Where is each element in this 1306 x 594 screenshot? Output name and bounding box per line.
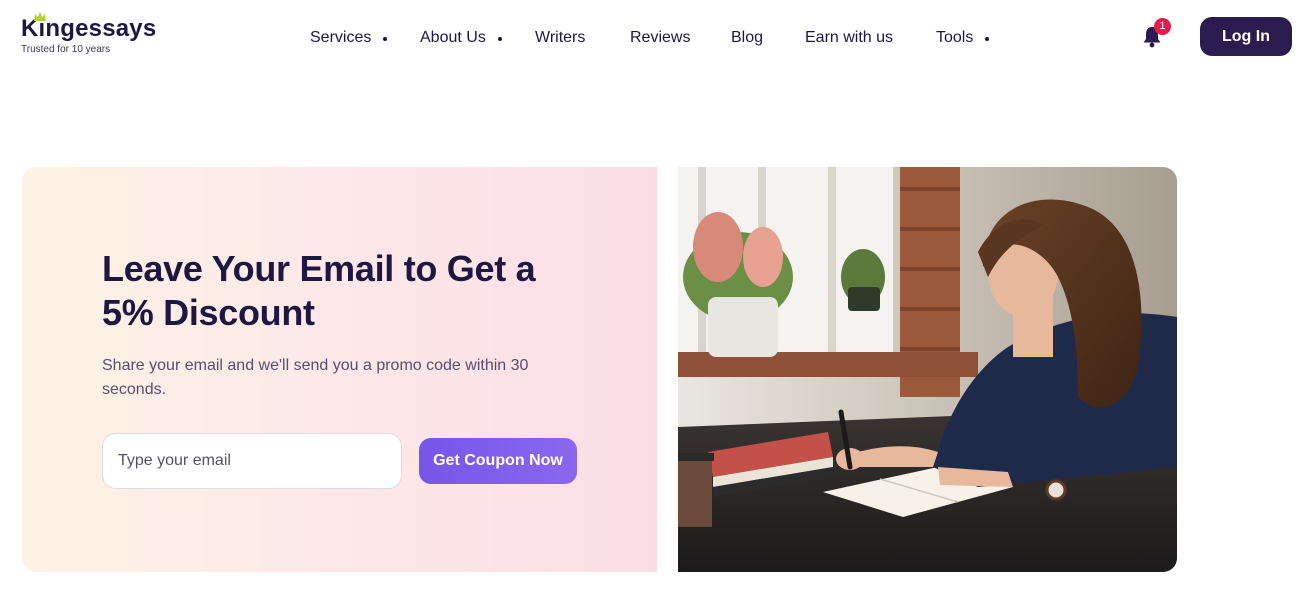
dropdown-caret-icon: [383, 36, 388, 41]
notifications-button[interactable]: 1: [1140, 18, 1174, 50]
nav-item-reviews[interactable]: Reviews: [630, 27, 690, 49]
nav-item-earn-with-us[interactable]: Earn with us: [805, 27, 893, 49]
nav-item-label: Blog: [731, 29, 764, 46]
promo-subtitle: Share your email and we'll send you a pr…: [102, 357, 529, 398]
logo[interactable]: Kingessays Trusted for 10 years: [21, 12, 156, 56]
nav-item-label: Services: [310, 29, 372, 46]
nav-item-about-us[interactable]: About Us: [420, 27, 502, 49]
woman-writing-illustration: [678, 167, 1177, 572]
nav-item-tools[interactable]: Tools: [936, 27, 990, 49]
login-button[interactable]: Log In: [1200, 17, 1292, 56]
notification-count-badge: 1: [1154, 18, 1171, 35]
discount-promo-card: Leave Your Email to Get a 5% Discount Sh…: [22, 167, 657, 572]
nav-item-label: Writers: [535, 29, 586, 46]
nav-item-label: Tools: [936, 29, 974, 46]
get-coupon-button[interactable]: Get Coupon Now: [419, 438, 577, 484]
promo-title: Leave Your Email to Get a 5% Discount: [102, 248, 536, 333]
nav-item-label: Earn with us: [805, 29, 894, 46]
site-header: Kingessays Trusted for 10 years Services…: [0, 0, 1306, 76]
nav-item-label: Reviews: [630, 29, 691, 46]
email-input[interactable]: [102, 433, 402, 489]
dropdown-caret-icon: [497, 36, 502, 41]
promo-photo: [678, 167, 1177, 572]
nav-item-label: About Us: [420, 29, 486, 46]
logo-tagline: Trusted for 10 years: [21, 44, 111, 55]
dropdown-caret-icon: [985, 36, 990, 41]
nav-item-blog[interactable]: Blog: [731, 27, 763, 49]
nav-item-services[interactable]: Services: [310, 27, 388, 49]
nav-item-writers[interactable]: Writers: [535, 27, 585, 49]
crown-icon: [34, 12, 46, 21]
